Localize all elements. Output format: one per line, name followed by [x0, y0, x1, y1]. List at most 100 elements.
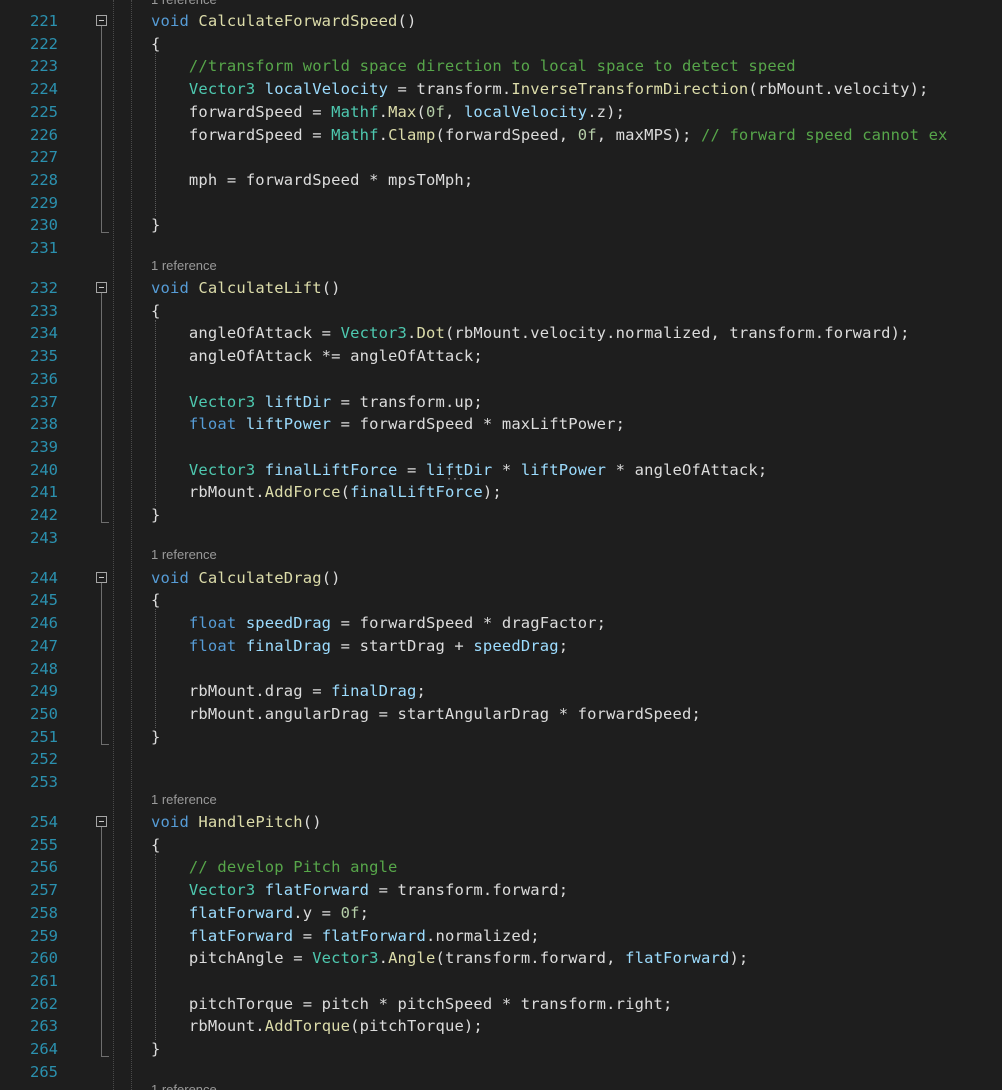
codelens-reference[interactable]: 1 reference	[151, 792, 217, 807]
code-token: ;	[359, 903, 370, 922]
code-line[interactable]: 254 void HandlePitch()	[0, 811, 1002, 833]
code-line[interactable]: 248	[0, 658, 1002, 680]
line-number: 230	[30, 216, 58, 235]
code-line[interactable]: 236	[0, 368, 1002, 390]
collapse-icon[interactable]	[96, 816, 107, 827]
code-token: angleOfAttack *= angleOfAttack;	[151, 347, 483, 366]
code-token: 0f	[426, 102, 445, 121]
code-token: );	[729, 949, 749, 968]
line-number: 241	[30, 483, 58, 502]
code-line[interactable]: 221 void CalculateForwardSpeed()	[0, 10, 1002, 32]
code-token: (rbMount.velocity);	[748, 80, 929, 99]
code-line[interactable]: 246 float speedDrag = forwardSpeed * dra…	[0, 612, 1002, 634]
code-text: rbMount.AddTorque(pitchTorque);	[151, 1015, 483, 1037]
code-line[interactable]: 230}	[0, 214, 1002, 236]
code-line[interactable]: 222 {	[0, 33, 1002, 55]
code-line[interactable]: 264}	[0, 1038, 1002, 1060]
code-line[interactable]: 261	[0, 970, 1002, 992]
code-token: Vector3	[340, 324, 408, 343]
line-number: 260	[30, 949, 58, 968]
line-number: 243	[30, 528, 58, 547]
code-line[interactable]: 243	[0, 527, 1002, 549]
code-line[interactable]: 255 {	[0, 834, 1002, 856]
code-text: forwardSpeed = Mathf.Max(0f, localVeloci…	[151, 101, 625, 123]
code-line[interactable]: 259 flatForward = flatForward.normalized…	[0, 925, 1002, 947]
code-line[interactable]: 256 // develop Pitch angle	[0, 856, 1002, 878]
code-token: ,	[444, 102, 464, 121]
code-token: = forwardSpeed * dragFactor;	[331, 614, 607, 633]
code-line[interactable]: 257 Vector3 flatForward = transform.forw…	[0, 879, 1002, 901]
code-token: = transform.	[388, 80, 512, 99]
code-line[interactable]: 226 forwardSpeed = Mathf.Clamp(forwardSp…	[0, 124, 1002, 146]
code-token: Mathf	[331, 125, 379, 144]
code-token: Clamp	[388, 125, 436, 144]
code-token: rbMount.drag =	[151, 682, 332, 701]
code-line[interactable]: 250 rbMount.angularDrag = startAngularDr…	[0, 703, 1002, 725]
code-token: flatForward	[625, 949, 730, 968]
code-token: ;	[416, 682, 426, 701]
code-line[interactable]: 238 float liftPower = forwardSpeed * max…	[0, 413, 1002, 435]
line-number: 253	[30, 773, 58, 791]
code-editor[interactable]: 1 reference 221 void CalculateForwardSpeed…	[0, 0, 1002, 1090]
line-number: 238	[30, 415, 58, 434]
code-text: {	[151, 589, 160, 611]
codelens-reference[interactable]: 1 reference	[151, 1082, 217, 1090]
code-token: liftDir	[264, 392, 332, 411]
code-line[interactable]: 232 void CalculateLift()	[0, 277, 1002, 299]
code-line[interactable]: 224 Vector3 localVelocity = transform.In…	[0, 78, 1002, 100]
codelens-reference[interactable]: 1 reference	[151, 547, 217, 562]
code-text: rbMount.angularDrag = startAngularDrag *…	[151, 703, 701, 725]
line-number: 234	[30, 324, 58, 343]
collapse-icon[interactable]	[96, 282, 107, 293]
code-line[interactable]: 251}	[0, 726, 1002, 748]
code-text: float speedDrag = forwardSpeed * dragFac…	[151, 612, 606, 634]
code-line[interactable]: 240 Vector3 finalLiftForce = liftDir * l…	[0, 459, 1002, 485]
code-token: // forward speed cannot ex	[701, 125, 948, 144]
code-line[interactable]: 253	[0, 771, 1002, 793]
code-token: liftPower	[520, 460, 607, 479]
code-line[interactable]: 231	[0, 237, 1002, 259]
line-number: 249	[30, 682, 58, 701]
code-line[interactable]: 223 //transform world space direction to…	[0, 55, 1002, 77]
code-line[interactable]: 241 rbMount.AddForce(finalLiftForce);	[0, 481, 1002, 503]
code-line[interactable]: 244 void CalculateDrag()	[0, 567, 1002, 589]
line-number: 223	[30, 57, 58, 76]
code-line[interactable]: 260 pitchAngle = Vector3.Angle(transform…	[0, 947, 1002, 969]
code-line[interactable]: 247 float finalDrag = startDrag + speedD…	[0, 635, 1002, 657]
collapse-icon[interactable]	[96, 571, 107, 583]
code-line[interactable]: 265	[0, 1061, 1002, 1083]
code-line[interactable]: 234 angleOfAttack = Vector3.Dot(rbMount.…	[0, 322, 1002, 344]
codelens-reference[interactable]: 1 reference	[151, 258, 217, 273]
code-token: {	[151, 301, 161, 320]
code-line[interactable]: 227	[0, 146, 1002, 168]
code-line[interactable]: 237 Vector3 liftDir = transform.up;	[0, 391, 1002, 413]
code-line[interactable]: 258 flatForward.y = 0f;	[0, 902, 1002, 924]
codelens-reference[interactable]: 1 reference	[151, 0, 217, 7]
code-line[interactable]: 228 mph = forwardSpeed * mpsToMph;	[0, 169, 1002, 191]
code-line[interactable]: 225 forwardSpeed = Mathf.Max(0f, localVe…	[0, 101, 1002, 123]
code-line[interactable]: 239	[0, 436, 1002, 458]
code-text: }	[151, 504, 160, 526]
code-token: forwardSpeed =	[151, 125, 332, 144]
code-token: Max	[388, 102, 417, 121]
code-line[interactable]: 235 angleOfAttack *= angleOfAttack;	[0, 345, 1002, 367]
code-token: =	[293, 926, 322, 945]
code-line[interactable]: 233 {	[0, 300, 1002, 322]
line-number: 256	[30, 858, 58, 877]
code-line[interactable]: 249 rbMount.drag = finalDrag;	[0, 680, 1002, 702]
code-token: finalDrag	[331, 682, 417, 701]
code-token: localVelocity	[463, 102, 588, 121]
code-line[interactable]: 242}	[0, 504, 1002, 526]
code-line[interactable]: 262 pitchTorque = pitch * pitchSpeed * t…	[0, 993, 1002, 1015]
collapse-icon[interactable]	[96, 15, 107, 26]
code-token: ;	[558, 636, 569, 655]
code-text: void CalculateLift()	[151, 277, 341, 299]
code-line[interactable]: 245 {	[0, 589, 1002, 611]
code-line[interactable]: 229	[0, 192, 1002, 214]
code-token: .	[378, 949, 389, 968]
line-number: 236	[30, 369, 58, 388]
code-line[interactable]: 263 rbMount.AddTorque(pitchTorque);	[0, 1015, 1002, 1037]
code-token: Dot	[416, 324, 445, 343]
code-text: // develop Pitch angle	[151, 856, 398, 878]
code-line[interactable]: 252	[0, 748, 1002, 770]
